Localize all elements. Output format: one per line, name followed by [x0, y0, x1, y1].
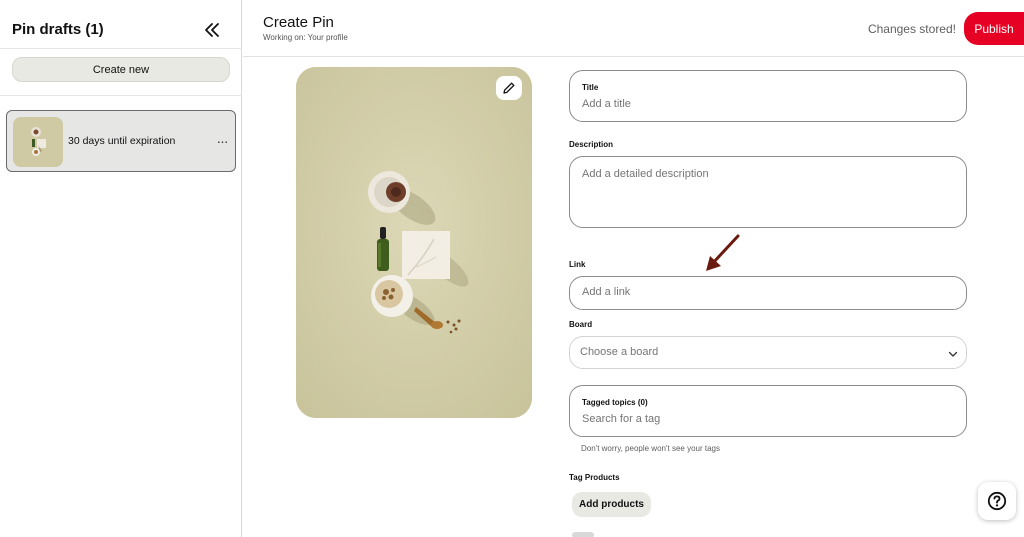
draft-thumbnail — [13, 117, 63, 167]
sidebar-title: Pin drafts (1) — [12, 21, 104, 38]
partial-toggle[interactable] — [572, 532, 594, 537]
ellipsis-icon[interactable]: ··· — [213, 132, 231, 150]
board-select[interactable]: Choose a board — [569, 336, 967, 369]
description-field[interactable] — [569, 156, 967, 228]
board-select-value: Choose a board — [580, 346, 659, 358]
create-new-button[interactable]: Create new — [12, 57, 230, 82]
save-status: Changes stored! — [867, 22, 956, 36]
question-circle-icon[interactable] — [978, 482, 1016, 520]
drafts-sidebar: Pin drafts (1) Create new 30 days until … — [0, 0, 242, 537]
title-label: Title — [582, 83, 599, 92]
sidebar-header: Pin drafts (1) — [12, 20, 232, 40]
annotation-arrow — [706, 234, 740, 271]
top-bar: Create Pin Working on: Your profile Chan… — [243, 0, 1024, 57]
add-products-button[interactable]: Add products — [572, 492, 651, 517]
link-input[interactable] — [582, 286, 952, 298]
link-field[interactable] — [569, 276, 967, 310]
tagged-topics-label: Tagged topics (0) — [582, 398, 648, 407]
title-field[interactable]: Title — [569, 70, 967, 122]
pencil-icon[interactable] — [496, 76, 522, 100]
tag-products-label: Tag Products — [569, 473, 620, 482]
description-input[interactable] — [582, 168, 952, 218]
sidebar-divider — [0, 48, 242, 49]
page-subtitle: Working on: Your profile — [263, 33, 348, 42]
board-label: Board — [569, 320, 593, 329]
title-input[interactable] — [582, 98, 952, 110]
list-divider — [0, 95, 242, 96]
tags-helper-text: Don't worry, people won't see your tags — [581, 444, 720, 453]
chevron-down-icon — [948, 351, 958, 357]
pin-image-preview — [296, 67, 532, 418]
tag-search-input[interactable] — [582, 413, 952, 425]
draft-list-item[interactable]: 30 days until expiration ··· — [6, 110, 236, 172]
page-title: Create Pin — [263, 14, 334, 31]
link-label: Link — [569, 260, 586, 269]
double-chevron-left-icon[interactable] — [200, 18, 224, 42]
description-label: Description — [569, 140, 614, 149]
draft-label: 30 days until expiration — [68, 135, 176, 147]
publish-button[interactable]: Publish — [964, 12, 1024, 45]
tagged-topics-field[interactable]: Tagged topics (0) — [569, 385, 967, 437]
